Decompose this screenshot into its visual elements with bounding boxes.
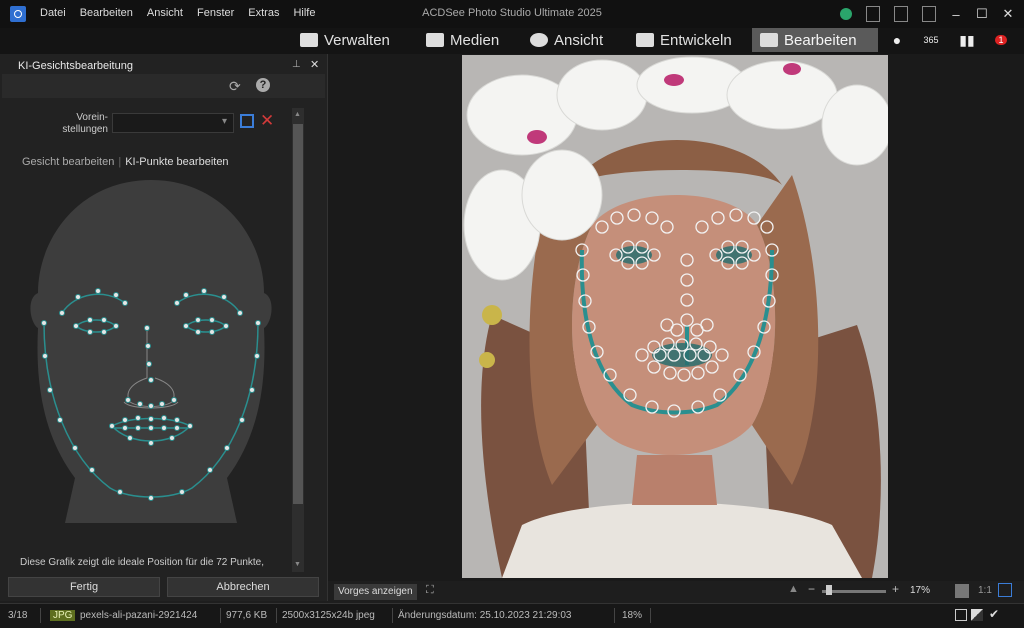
pin-icon[interactable]: ⊥ [292,59,301,70]
reset-icon[interactable]: ⟳ [229,78,241,95]
close-button[interactable]: ✕ [1002,6,1014,22]
contrast-icon[interactable] [971,609,983,621]
layout-left-icon[interactable] [866,6,880,22]
tab-ki-punkte-bearbeiten[interactable]: KI-Punkte bearbeiten [125,156,228,168]
navigator-icon[interactable]: ▲ [788,583,799,595]
fit-image-icon[interactable] [998,583,1012,597]
panel-scrollbar-thumb[interactable] [293,124,303,504]
mode-label: Verwalten [324,31,390,49]
image-index: 3/18 [8,610,28,621]
tools-icon [760,33,778,47]
mode-label: Entwickeln [660,31,732,49]
mode-verwalten[interactable]: Verwalten [292,28,398,52]
mode-entwickeln[interactable]: Entwickeln [628,28,740,52]
file-name: pexels-ali-pazani-2921424 [80,610,198,621]
view-mode-icon[interactable] [955,609,967,621]
zoom-dropdown[interactable] [955,584,969,598]
zoom-out-button[interactable]: − [808,582,815,596]
app-logo-icon [10,6,26,22]
zoom-slider-handle[interactable] [826,585,832,595]
menu-bar: Datei Bearbeiten Ansicht Fenster Extras … [40,7,315,19]
delete-preset-icon[interactable]: ✕ [260,111,274,131]
menu-ansicht[interactable]: Ansicht [147,7,183,19]
eye-icon [530,33,548,47]
mode-label: Medien [450,31,500,49]
save-preset-icon[interactable] [240,114,254,128]
portrait-photo[interactable] [462,55,888,578]
checkmark-icon[interactable]: ✔ [989,607,999,621]
dashboard-icon[interactable]: ▮▮ [956,30,978,50]
mode-label: Ansicht [554,31,604,49]
modified-date: Änderungsdatum: 25.10.2023 21:29:03 [398,610,572,621]
menu-fenster[interactable]: Fenster [197,7,234,19]
preset-select[interactable] [112,113,234,133]
subtabs: Gesicht bearbeiten | KI-Punkte bearbeite… [22,156,229,168]
mode-medien[interactable]: Medien [418,28,507,52]
format-badge: JPG [50,610,76,621]
zoom-value: 17% [910,585,931,596]
menu-bearbeiten[interactable]: Bearbeiten [80,7,133,19]
guide-description: Diese Grafik zeigt die ideale Position f… [20,557,265,568]
actual-size-button[interactable]: 1:1 [978,585,992,596]
menu-datei[interactable]: Datei [40,7,66,19]
file-size: 977,6 KB [226,610,268,621]
abbrechen-button[interactable]: Abbrechen [167,577,319,597]
scroll-up-icon[interactable]: ▲ [294,111,301,118]
menu-extras[interactable]: Extras [248,7,279,19]
fertig-button[interactable]: Fertig [8,577,160,597]
panel-close-button[interactable]: ✕ [310,58,319,71]
preset-label: Vorein- stellungen [62,112,108,135]
notifications-icon[interactable]: 1 [990,30,1012,50]
status-bar: 3/18 JPG pexels-ali-pazani-2921424 977,6… [0,603,1024,628]
notification-badge: 1 [995,35,1007,45]
layout-bottom-icon[interactable] [894,6,908,22]
window-controls: – ☐ ✕ [840,6,1014,22]
mode-bearbeiten[interactable]: Bearbeiten [752,28,878,52]
layout-right-icon[interactable] [922,6,936,22]
mode-ansicht[interactable]: Ansicht [522,28,611,52]
tab-gesicht-bearbeiten[interactable]: Gesicht bearbeiten [22,156,114,168]
minimize-button[interactable]: – [950,7,962,22]
status-indicator-icon[interactable] [840,8,852,20]
cloud-365-icon[interactable]: 365 [920,30,942,50]
image-dimensions: 2500x3125x24b jpeg [282,610,375,621]
panel-tab-ki-gesichtsbearbeitung[interactable]: KI-Gesichtsbearbeitung [12,58,146,74]
preview-button[interactable]: Vorges anzeigen [334,584,417,600]
develop-icon [636,33,654,47]
status-zoom: 18% [622,610,643,621]
grid-icon [300,33,318,47]
zoom-in-button[interactable]: + [892,582,899,596]
tab-separator: | [118,156,122,168]
help-icon[interactable]: ? [256,78,270,92]
panel-header [2,74,325,98]
maximize-button[interactable]: ☐ [976,6,988,22]
community-icon[interactable]: ● [886,30,908,50]
fullscreen-icon[interactable]: ⛶ [426,584,434,597]
face-landmark-guide [30,180,272,523]
mode-label: Bearbeiten [784,31,857,49]
media-icon [426,33,444,47]
scroll-down-icon[interactable]: ▼ [294,561,301,568]
mode-bar: Verwalten Medien Ansicht Entwickeln Bear… [0,28,1024,54]
menu-hilfe[interactable]: Hilfe [293,7,315,19]
